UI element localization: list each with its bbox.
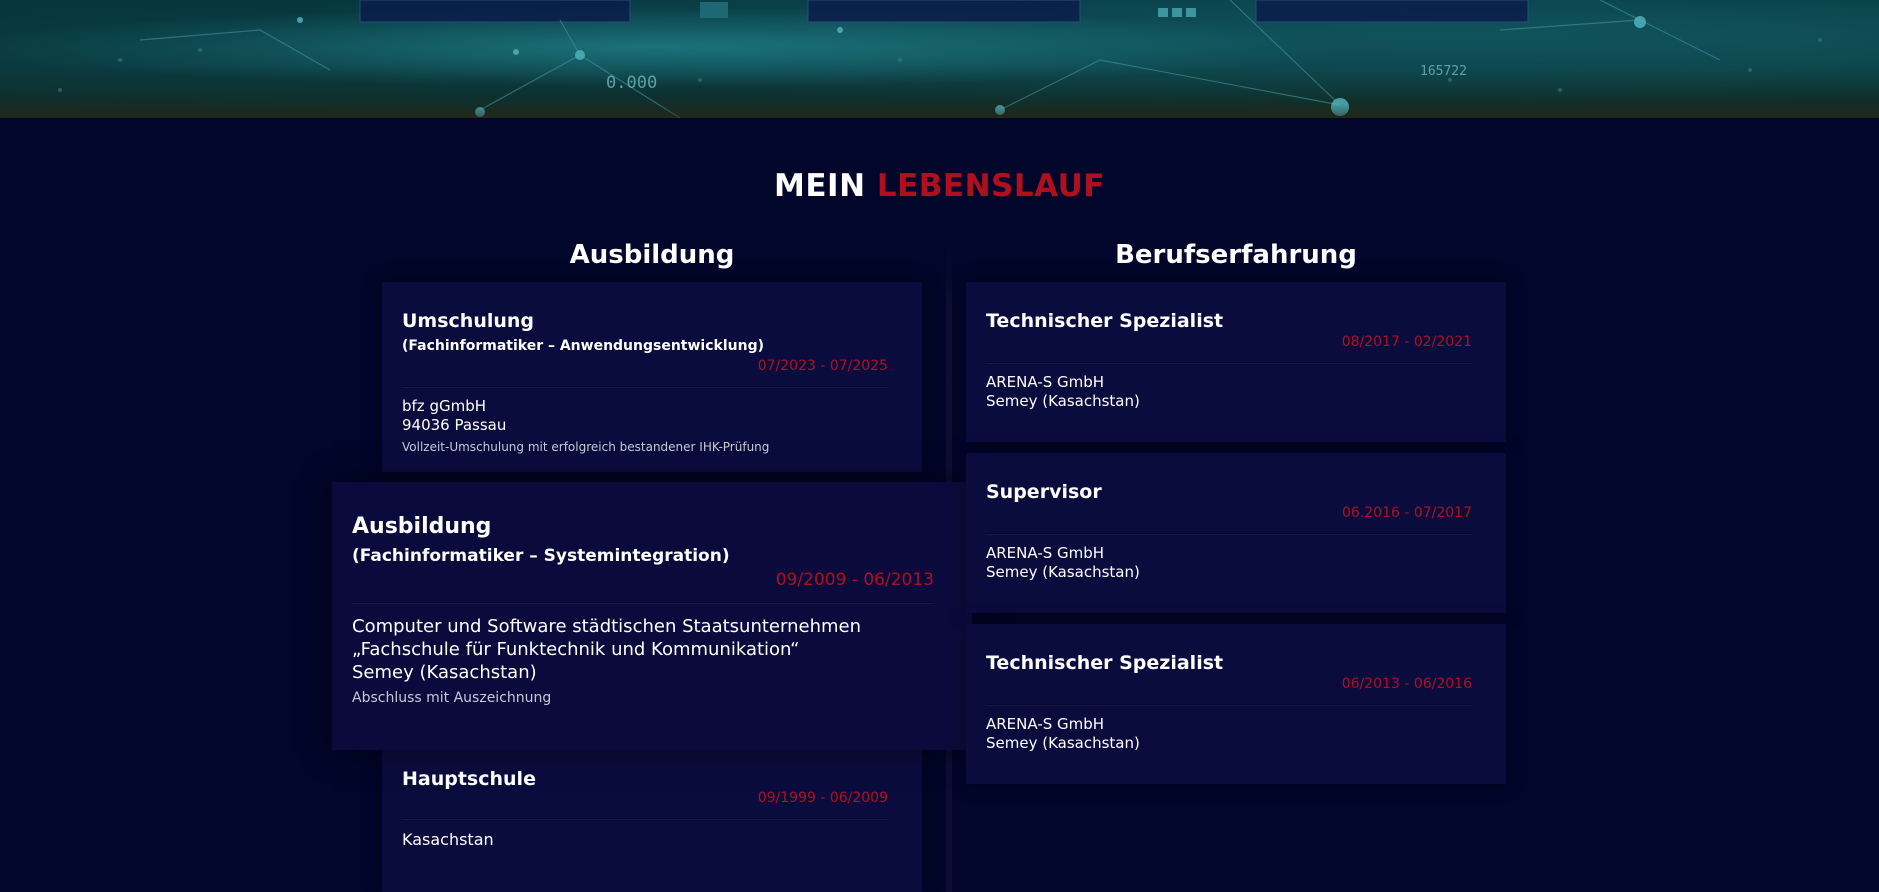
- hero-readout-left: 0.000: [606, 73, 658, 93]
- section-title-main: MEIN: [774, 168, 866, 204]
- experience-card-1[interactable]: Technischer Spezialist 08/2017 - 02/2021…: [966, 282, 1506, 442]
- experience-card-3[interactable]: Technischer Spezialist 06/2013 - 06/2016…: [966, 624, 1506, 784]
- card-line: bfz gGmbH: [402, 397, 487, 415]
- card-separator: [402, 818, 888, 819]
- card-line: Computer und Software städtischen Staats…: [352, 616, 861, 637]
- card-line: „Fachschule für Funktechnik und Kommunik…: [352, 639, 800, 660]
- card-title: Supervisor: [986, 481, 1102, 503]
- card-title: Technischer Spezialist: [986, 652, 1224, 674]
- card-date: 06/2013 - 06/2016: [1341, 676, 1472, 692]
- card-title: Technischer Spezialist: [986, 310, 1224, 332]
- card-line: 94036 Passau: [402, 416, 507, 434]
- card-title: Hauptschule: [402, 768, 536, 790]
- circuit-background-graphic: [58, 0, 1822, 118]
- card-separator: [352, 602, 934, 603]
- page: 0.000 165722 MEIN LEBENSLAUF Ausbildung …: [0, 0, 1879, 892]
- card-subtitle: (Fachinformatiker – Systemintegration): [352, 546, 730, 566]
- card-line: Semey (Kasachstan): [352, 662, 537, 683]
- education-card-umschulung[interactable]: Umschulung (Fachinformatiker – Anwendung…: [382, 282, 922, 472]
- card-date: 06.2016 - 07/2017: [1341, 505, 1472, 521]
- card-separator: [402, 386, 888, 387]
- section-title-accent: LEBENSLAUF: [876, 168, 1105, 204]
- card-subtitle: (Fachinformatiker – Anwendungsentwicklun…: [402, 338, 764, 354]
- card-separator: [986, 362, 1472, 363]
- card-line: Semey (Kasachstan): [986, 734, 1140, 752]
- experience-card-2[interactable]: Supervisor 06.2016 - 07/2017 ARENA-S Gmb…: [966, 453, 1506, 613]
- card-date: 08/2017 - 02/2021: [1341, 334, 1472, 350]
- card-line: Semey (Kasachstan): [986, 392, 1140, 410]
- education-heading: Ausbildung: [569, 240, 735, 270]
- card-separator: [986, 533, 1472, 534]
- card-note: Abschluss mit Auszeichnung: [352, 690, 552, 706]
- card-line: Semey (Kasachstan): [986, 563, 1140, 581]
- card-date: 07/2023 - 07/2025: [757, 358, 888, 374]
- card-separator: [986, 704, 1472, 705]
- card-line: Kasachstan: [402, 830, 494, 849]
- experience-heading: Berufserfahrung: [1115, 240, 1357, 270]
- education-card-hauptschule[interactable]: Hauptschule 09/1999 - 06/2009 Kasachstan: [382, 746, 922, 892]
- card-line: ARENA-S GmbH: [986, 715, 1105, 733]
- card-date: 09/1999 - 06/2009: [757, 790, 888, 806]
- section-title: MEIN LEBENSLAUF: [0, 168, 1879, 204]
- card-line: ARENA-S GmbH: [986, 544, 1105, 562]
- card-line: ARENA-S GmbH: [986, 373, 1105, 391]
- card-note: Vollzeit-Umschulung mit erfolgreich best…: [402, 440, 770, 454]
- education-card-ausbildung[interactable]: Ausbildung (Fachinformatiker – Systemint…: [332, 482, 972, 750]
- hero-banner-image: 0.000 165722: [0, 0, 1879, 118]
- hero-readout-right: 165722: [1420, 64, 1467, 79]
- card-title: Ausbildung: [352, 514, 492, 539]
- hero-bottom-fade: [0, 104, 1879, 118]
- card-title: Umschulung: [402, 310, 535, 332]
- card-date: 09/2009 - 06/2013: [775, 570, 934, 590]
